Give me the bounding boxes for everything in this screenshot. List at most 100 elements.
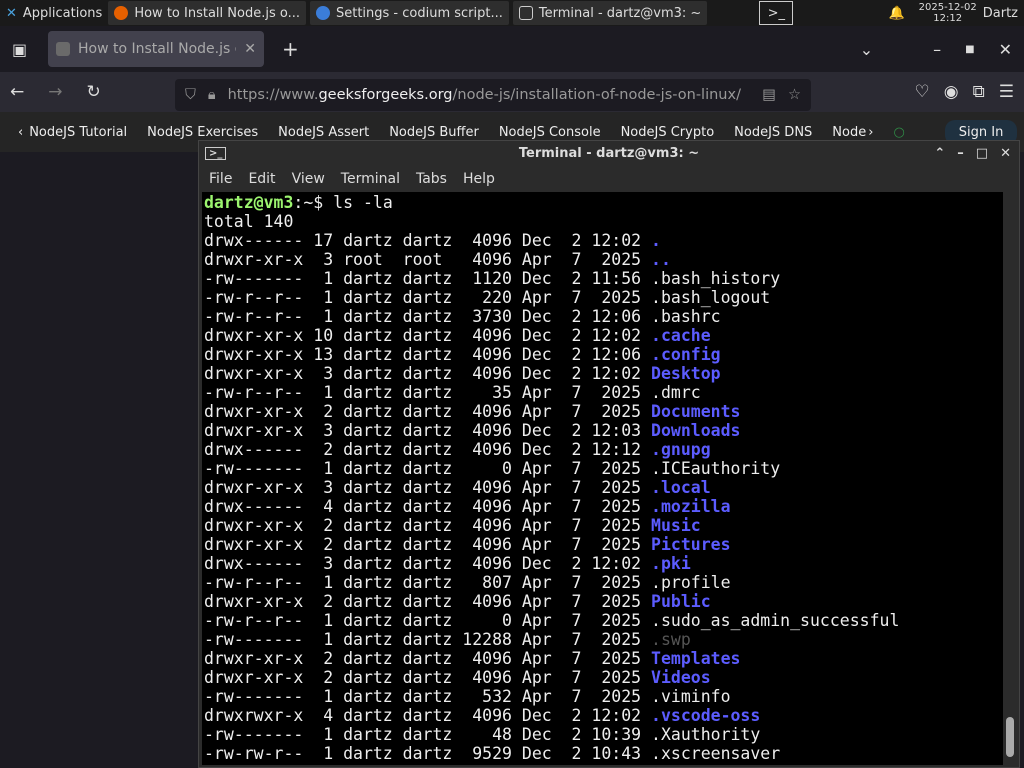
gfg-favicon bbox=[56, 42, 70, 56]
file-name: .dmrc bbox=[651, 383, 701, 402]
xfce-icon: ✕ bbox=[6, 5, 17, 21]
menu-file[interactable]: File bbox=[209, 171, 232, 187]
listing-row: drwxr-xr-x 2 dartz dartz 4096 Apr 7 2025… bbox=[204, 402, 1002, 421]
bookmark-star-icon[interactable]: ☆ bbox=[788, 87, 801, 103]
codium-icon bbox=[315, 6, 330, 20]
file-name: . bbox=[651, 231, 661, 250]
nav-link[interactable]: NodeJS Assert bbox=[278, 125, 369, 140]
listing-row: drwxr-xr-x 2 dartz dartz 4096 Apr 7 2025… bbox=[204, 668, 1002, 687]
minimize-button[interactable]: – bbox=[933, 40, 941, 59]
listing-row: -rw-r--r-- 1 dartz dartz 35 Apr 7 2025 .… bbox=[204, 383, 1002, 402]
menu-help[interactable]: Help bbox=[463, 171, 495, 187]
file-meta: drwxr-xr-x 3 dartz dartz 4096 Dec 2 12:0… bbox=[204, 421, 652, 440]
menu-terminal[interactable]: Terminal bbox=[341, 171, 400, 187]
task-terminal[interactable]: Terminal - dartz@vm3: ~ bbox=[512, 1, 708, 25]
file-meta: drwxr-xr-x 2 dartz dartz 4096 Apr 7 2025 bbox=[204, 516, 652, 535]
firefox-icon bbox=[114, 6, 129, 20]
terminal-launcher-icon: >_ bbox=[767, 5, 786, 21]
nav-link[interactable]: NodeJS Crypto bbox=[621, 125, 715, 140]
listing-row: -rw------- 1 dartz dartz 0 Apr 7 2025 .I… bbox=[204, 459, 1002, 478]
terminal-shade-button[interactable]: ⌃ bbox=[934, 146, 945, 161]
terminal-close-button[interactable]: ✕ bbox=[1000, 146, 1011, 161]
nav-link[interactable]: NodeJS Exercises bbox=[147, 125, 258, 140]
terminal-titlebar[interactable]: >_ Terminal - dartz@vm3: ~ ⌃ – □ ✕ bbox=[199, 141, 1019, 166]
listing-row: -rw-r--r-- 1 dartz dartz 0 Apr 7 2025 .s… bbox=[204, 611, 1002, 630]
scrollbar-thumb[interactable] bbox=[1006, 717, 1014, 757]
file-meta: drwxr-xr-x 2 dartz dartz 4096 Apr 7 2025 bbox=[204, 668, 652, 687]
terminal-maximize-button[interactable]: □ bbox=[976, 146, 988, 161]
shield-icon[interactable]: ⛉ bbox=[185, 87, 196, 103]
file-meta: -rw-r--r-- 1 dartz dartz 220 Apr 7 2025 bbox=[204, 288, 652, 307]
file-name: .swp bbox=[651, 630, 691, 649]
file-name: .xscreensaver bbox=[651, 744, 781, 763]
account-icon[interactable]: ◉ bbox=[944, 82, 959, 102]
nav-link[interactable]: NodeJS Console bbox=[499, 125, 601, 140]
extensions-icon[interactable]: ⧉ bbox=[973, 82, 985, 102]
nav-link[interactable]: NodeJS DNS bbox=[734, 125, 812, 140]
file-name: Downloads bbox=[651, 421, 741, 440]
file-meta: -rw------- 1 dartz dartz 48 Dec 2 10:39 bbox=[204, 725, 652, 744]
terminal-menubar: File Edit View Terminal Tabs Help bbox=[199, 166, 1019, 191]
task-settings[interactable]: Settings - codium script... bbox=[309, 1, 509, 25]
tab-overflow-icon[interactable]: ⌄ bbox=[860, 40, 873, 59]
top-panel: ✕ Applications How to Install Node.js o..… bbox=[0, 0, 1024, 26]
listing-row: drwxr-xr-x 3 dartz dartz 4096 Apr 7 2025… bbox=[204, 478, 1002, 497]
menu-icon[interactable]: ☰ bbox=[999, 82, 1014, 102]
listing-row: drwxr-xr-x 13 dartz dartz 4096 Dec 2 12:… bbox=[204, 345, 1002, 364]
file-name: Desktop bbox=[651, 364, 721, 383]
file-name: .mozilla bbox=[651, 497, 731, 516]
terminal-icon bbox=[518, 6, 533, 20]
pocket-icon[interactable]: ♡ bbox=[915, 82, 930, 102]
reload-button[interactable]: ↻ bbox=[87, 82, 101, 102]
nav-link[interactable]: NodeJS Buffer bbox=[389, 125, 479, 140]
file-name: .cache bbox=[651, 326, 711, 345]
task-firefox[interactable]: How to Install Node.js o... bbox=[108, 1, 306, 25]
file-meta: drwxr-xr-x 10 dartz dartz 4096 Dec 2 12:… bbox=[204, 326, 652, 345]
listing-row: -rw------- 1 dartz dartz 48 Dec 2 10:39 … bbox=[204, 725, 1002, 744]
clock[interactable]: 2025-12-02 12:12 bbox=[919, 2, 977, 24]
listing-row: drwxr-xr-x 2 dartz dartz 4096 Apr 7 2025… bbox=[204, 592, 1002, 611]
url-bar[interactable]: ⛉ 🔒︎ https://www.geeksforgeeks.org/node-j… bbox=[175, 79, 811, 111]
notifications-bell-icon[interactable]: 🔔 bbox=[882, 0, 910, 26]
forward-button[interactable]: → bbox=[48, 82, 62, 102]
listing-row: -rw------- 1 dartz dartz 12288 Apr 7 202… bbox=[204, 630, 1002, 649]
file-meta: drwx------ 3 dartz dartz 4096 Dec 2 12:0… bbox=[204, 554, 652, 573]
close-window-button[interactable]: ✕ bbox=[999, 40, 1012, 59]
lock-icon[interactable]: 🔒︎ bbox=[208, 87, 216, 103]
listing-row: -rw-r--r-- 1 dartz dartz 220 Apr 7 2025 … bbox=[204, 288, 1002, 307]
nav-next-icon[interactable]: › bbox=[868, 125, 873, 140]
file-meta: drwx------ 17 dartz dartz 4096 Dec 2 12:… bbox=[204, 231, 652, 250]
user-menu[interactable]: Dartz bbox=[977, 0, 1024, 26]
search-icon[interactable]: ○ bbox=[893, 125, 904, 140]
nav-prev-icon[interactable]: ‹ bbox=[18, 125, 23, 140]
file-meta: -rw-rw-r-- 1 dartz dartz 9529 Dec 2 10:4… bbox=[204, 744, 652, 763]
applications-menu[interactable]: ✕ Applications bbox=[0, 0, 108, 26]
file-meta: -rw-r--r-- 1 dartz dartz 807 Apr 7 2025 bbox=[204, 573, 652, 592]
listing-row: drwxr-xr-x 3 dartz dartz 4096 Dec 2 12:0… bbox=[204, 421, 1002, 440]
close-tab-icon[interactable]: ✕ bbox=[244, 41, 256, 57]
nav-link[interactable]: NodeJS Tutorial bbox=[29, 125, 127, 140]
file-name: .vscode-oss bbox=[651, 706, 761, 725]
new-tab-button[interactable]: + bbox=[282, 37, 299, 61]
menu-view[interactable]: View bbox=[292, 171, 325, 187]
file-meta: -rw-r--r-- 1 dartz dartz 0 Apr 7 2025 bbox=[204, 611, 652, 630]
file-name: .sudo_as_admin_successful bbox=[651, 611, 900, 630]
terminal-minimize-button[interactable]: – bbox=[957, 146, 964, 161]
maximize-button[interactable]: ■ bbox=[965, 44, 974, 55]
terminal-output[interactable]: dartz@vm3:~$ ls -la total 140 drwx------ 1… bbox=[202, 192, 1004, 765]
reader-view-icon[interactable]: ▤ bbox=[762, 87, 776, 103]
file-name: .profile bbox=[651, 573, 731, 592]
prompt-line: dartz@vm3:~$ ls -la bbox=[204, 193, 393, 212]
menu-tabs[interactable]: Tabs bbox=[416, 171, 447, 187]
menu-edit[interactable]: Edit bbox=[248, 171, 275, 187]
nav-link[interactable]: Node bbox=[832, 125, 866, 140]
back-button[interactable]: ← bbox=[10, 82, 24, 102]
file-meta: -rw------- 1 dartz dartz 532 Apr 7 2025 bbox=[204, 687, 652, 706]
terminal-launcher[interactable]: >_ bbox=[759, 1, 794, 25]
terminal-scrollbar[interactable] bbox=[1003, 192, 1017, 765]
tab-list-icon[interactable]: ▣ bbox=[12, 40, 27, 59]
file-name: Pictures bbox=[651, 535, 731, 554]
file-meta: drwxr-xr-x 3 dartz dartz 4096 Dec 2 12:0… bbox=[204, 364, 652, 383]
file-meta: drwxr-xr-x 3 root root 4096 Apr 7 2025 bbox=[204, 250, 652, 269]
browser-tab[interactable]: How to Install Node.js or ✕ bbox=[48, 31, 264, 67]
